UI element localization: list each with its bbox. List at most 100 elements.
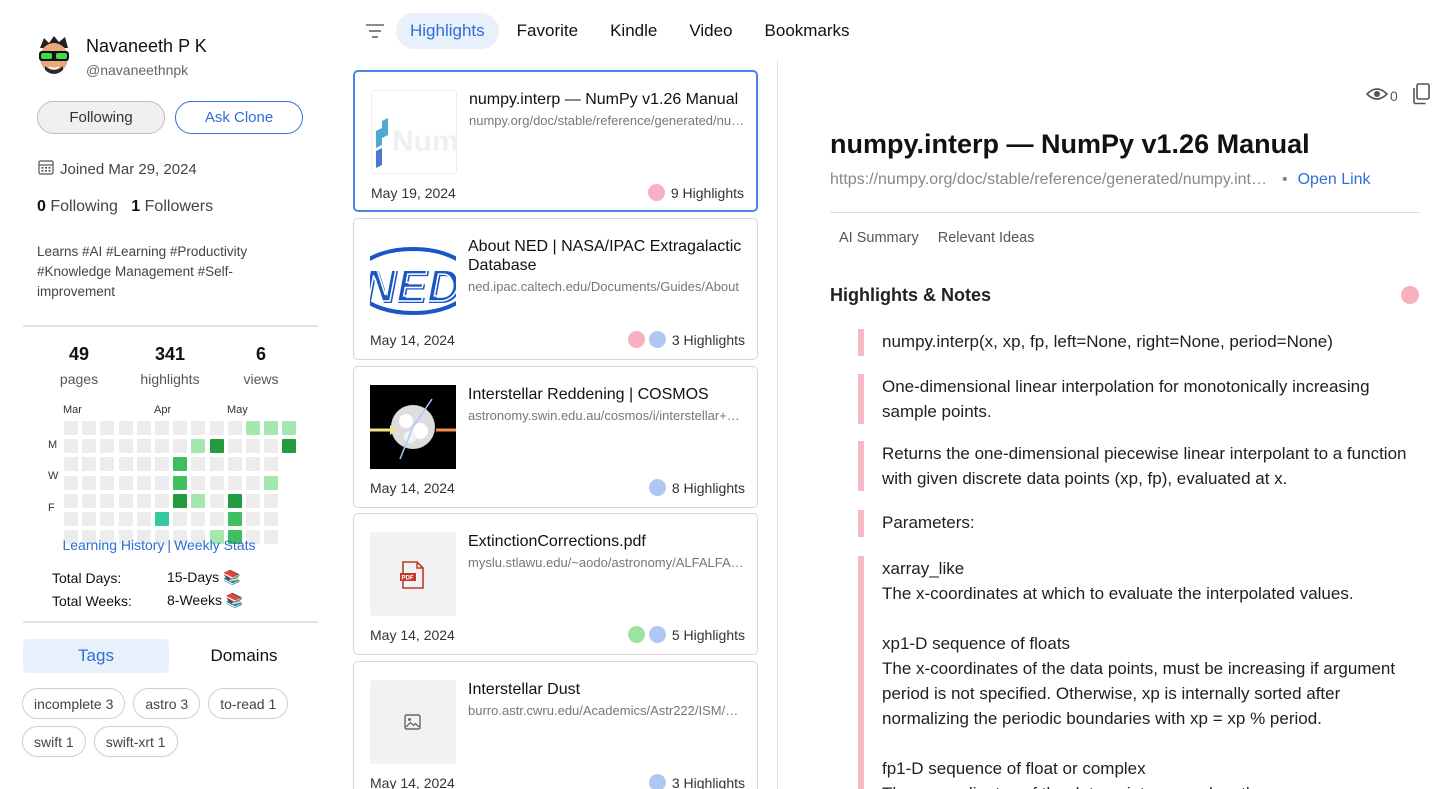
joined-date: Joined Mar 29, 2024 xyxy=(38,159,197,179)
heatmap-cell xyxy=(136,421,151,435)
highlight-bar xyxy=(858,329,864,356)
heatmap-cell xyxy=(136,439,151,454)
tab-kindle[interactable]: Kindle xyxy=(596,13,671,49)
heatmap-cell xyxy=(173,493,188,508)
tag-chip[interactable]: swift-xrt 1 xyxy=(93,726,178,757)
heatmap-cell xyxy=(118,512,133,526)
open-link[interactable]: Open Link xyxy=(1298,171,1371,189)
heatmap-cell xyxy=(100,493,115,508)
list-item[interactable]: NED NED About NED | NASA/IPAC Extragalac… xyxy=(353,218,758,360)
highlight-note[interactable]: numpy.interp(x, xp, fp, left=None, right… xyxy=(858,329,1422,356)
tag-chip[interactable]: incomplete 3 xyxy=(22,688,126,719)
tab-relevant-ideas[interactable]: Relevant Ideas xyxy=(938,230,1035,246)
heatmap-cell xyxy=(155,457,169,472)
url-row: https://numpy.org/doc/stable/reference/g… xyxy=(830,171,1371,189)
heatmap-cell xyxy=(246,421,260,435)
learning-history-link[interactable]: Learning History xyxy=(62,537,164,553)
tab-highlights[interactable]: Highlights xyxy=(396,13,499,49)
color-filter-dot[interactable] xyxy=(1401,286,1419,304)
list-item[interactable]: Num numpy.interp — NumPy v1.26 Manual nu… xyxy=(353,70,758,212)
card-url: numpy.org/doc/stable/reference/generated… xyxy=(469,113,745,128)
profile-header: Navaneeth P K @navaneethnpk xyxy=(36,34,207,80)
highlight-color-dot xyxy=(648,479,666,496)
tag-chip[interactable]: to-read 1 xyxy=(208,688,289,719)
stat-pages: 49 pages xyxy=(59,344,99,387)
tags-domains-tabs: Tags Domains xyxy=(23,639,319,673)
highlight-color-dot xyxy=(627,626,645,643)
top-nav: Highlights Favorite Kindle Video Bookmar… xyxy=(360,13,868,49)
highlight-count: 9 Highlights xyxy=(647,184,744,201)
heatmap-cell xyxy=(100,421,115,435)
card-title: ExtinctionCorrections.pdf myslu.stlawu.e… xyxy=(468,533,744,570)
heatmap-cell xyxy=(173,475,188,490)
card-title: numpy.interp — NumPy v1.26 Manual numpy.… xyxy=(469,90,749,130)
following-button[interactable]: Following xyxy=(37,101,165,134)
following-link[interactable]: 0 Following xyxy=(37,198,118,215)
card-date: May 14, 2024 xyxy=(370,332,455,348)
tab-domains[interactable]: Domains xyxy=(169,639,319,673)
detail-tabs: AI Summary Relevant Ideas xyxy=(839,230,1054,246)
heatmap-cell xyxy=(191,512,206,526)
tab-tags[interactable]: Tags xyxy=(23,639,169,673)
heatmap-cell xyxy=(246,457,260,472)
heatmap-cell xyxy=(264,512,279,526)
tab-ai-summary[interactable]: AI Summary xyxy=(839,230,919,246)
highlight-color-dot xyxy=(627,331,645,348)
heatmap-cell xyxy=(173,421,188,435)
highlight-note[interactable]: Parameters: xyxy=(858,510,1422,537)
heatmap-cell xyxy=(209,475,224,490)
tag-chip[interactable]: swift 1 xyxy=(22,726,86,757)
highlight-count: 5 Highlights xyxy=(627,626,745,643)
joined-text: Joined Mar 29, 2024 xyxy=(60,160,197,178)
highlight-note[interactable]: Returns the one-dimensional piecewise li… xyxy=(858,441,1422,491)
highlight-count: 8 Highlights xyxy=(648,479,745,496)
heatmap-cell xyxy=(64,457,78,472)
copy-icon[interactable] xyxy=(1411,83,1431,108)
day-label: F xyxy=(48,502,55,514)
followers-link[interactable]: 1 Followers xyxy=(131,198,213,215)
heatmap-cell xyxy=(100,512,115,526)
separator: • xyxy=(1282,171,1288,188)
image-placeholder-icon xyxy=(404,714,421,730)
card-title: About NED | NASA/IPAC Extragalactic Data… xyxy=(468,237,748,296)
highlight-note[interactable]: One-dimensional linear interpolation for… xyxy=(858,374,1422,424)
total-days-label: Total Days: xyxy=(52,569,122,586)
avatar[interactable] xyxy=(36,34,72,80)
heatmap-cell xyxy=(264,493,279,508)
card-date: May 14, 2024 xyxy=(370,775,455,789)
highlight-note[interactable]: xarray_like The x-coordinates at which t… xyxy=(858,556,1422,789)
card-url: astronomy.swin.edu.au/cosmos/i/interstel… xyxy=(468,408,744,423)
month-label: May xyxy=(227,404,248,416)
heatmap-cell xyxy=(227,475,242,490)
tag-list: incomplete 3 astro 3 to-read 1 swift 1 s… xyxy=(22,688,322,757)
ask-clone-button[interactable]: Ask Clone xyxy=(175,101,303,134)
svg-text:PDF: PDF xyxy=(402,576,414,582)
heatmap-cell xyxy=(209,512,224,526)
heatmap-cell xyxy=(246,475,260,490)
tab-video[interactable]: Video xyxy=(675,13,746,49)
list-item[interactable]: Interstellar Dust burro.astr.cwru.edu/Ac… xyxy=(353,661,758,789)
highlight-bar xyxy=(858,374,864,424)
detail-panel: 0 numpy.interp — NumPy v1.26 Manual http… xyxy=(830,0,1430,789)
heatmap-cell xyxy=(246,512,260,526)
highlight-count: 3 Highlights xyxy=(648,774,745,789)
profile-name: Navaneeth P K xyxy=(86,36,207,56)
thumbnail: PDF xyxy=(370,532,456,616)
heatmap-cell xyxy=(191,493,206,508)
heatmap-cell xyxy=(118,493,133,508)
card-title: Interstellar Dust burro.astr.cwru.edu/Ac… xyxy=(468,680,748,720)
heatmap-cell xyxy=(136,457,151,472)
thumbnail xyxy=(370,385,456,469)
heatmap-cell xyxy=(155,439,169,454)
tag-chip[interactable]: astro 3 xyxy=(133,688,201,719)
heatmap-cell xyxy=(227,512,242,526)
tab-favorite[interactable]: Favorite xyxy=(503,13,592,49)
heatmap-cell xyxy=(264,475,279,490)
weekly-stats-link[interactable]: Weekly Stats xyxy=(174,537,255,553)
list-item[interactable]: PDF ExtinctionCorrections.pdf myslu.stla… xyxy=(353,513,758,655)
heatmap-cell xyxy=(227,493,242,508)
total-weeks-value: 8-Weeks 📚 xyxy=(167,592,244,608)
list-item[interactable]: Interstellar Reddening | COSMOS astronom… xyxy=(353,366,758,508)
filter-icon[interactable] xyxy=(360,16,390,46)
heatmap-cell xyxy=(209,457,224,472)
